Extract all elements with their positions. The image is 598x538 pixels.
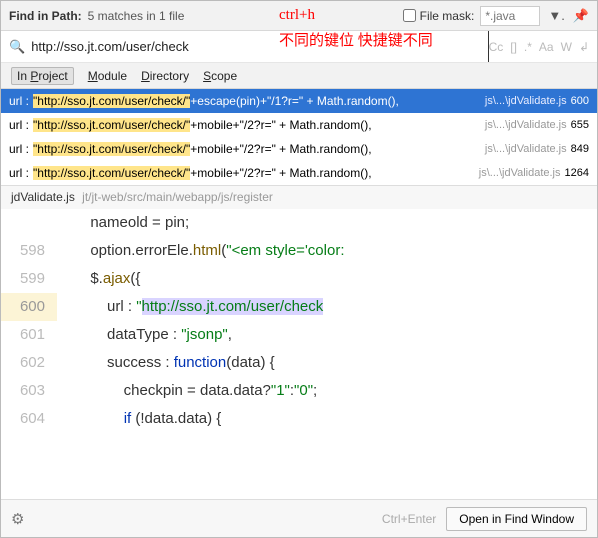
file-mask-label: File mask: [420,9,475,23]
search-option[interactable]: [] [510,40,517,54]
code-line: 604 if (!data.data) { [1,405,597,433]
file-mask-checkbox[interactable] [403,9,416,22]
search-option[interactable]: Cc [489,40,504,54]
preview-tab: jdValidate.js jt/jt-web/src/main/webapp/… [1,185,597,209]
search-input[interactable] [31,31,488,62]
search-option[interactable]: Aa [539,40,554,54]
results-list: url : "http://sso.jt.com/user/check/"+es… [1,89,597,185]
search-icon: 🔍 [9,39,25,55]
scope-tab[interactable]: Module [88,69,127,83]
scope-tab[interactable]: In Project [11,67,74,85]
code-line: 601 dataType : "jsonp", [1,321,597,349]
code-line: 602 success : function(data) { [1,349,597,377]
search-option[interactable]: .* [524,40,532,54]
result-row[interactable]: url : "http://sso.jt.com/user/check/"+mo… [1,161,597,185]
result-row[interactable]: url : "http://sso.jt.com/user/check/"+mo… [1,137,597,161]
filter-icon[interactable]: ▼. [548,8,564,23]
search-option[interactable]: ↲ [579,40,589,54]
code-line: 603 checkpin = data.data?"1":"0"; [1,377,597,405]
preview-filename: jdValidate.js [11,190,75,204]
search-options: Cc [] .* Aa W ↲ [489,40,589,54]
footer: ⚙ Ctrl+Enter Open in Find Window [1,499,597,537]
code-line: 598 option.errorEle.html("<em style='col… [1,237,597,265]
code-line: 599 $.ajax({ [1,265,597,293]
scope-tab[interactable]: Scope [203,69,237,83]
code-preview[interactable]: nameold = pin;598 option.errorEle.html("… [1,209,597,433]
gear-icon[interactable]: ⚙ [11,510,24,528]
file-mask-input[interactable] [480,6,540,26]
open-in-find-window-button[interactable]: Open in Find Window [446,507,587,531]
scope-tab[interactable]: Directory [141,69,189,83]
result-row[interactable]: url : "http://sso.jt.com/user/check/"+es… [1,89,597,113]
dialog-header: Find in Path: 5 matches in 1 file File m… [1,1,597,31]
result-row[interactable]: url : "http://sso.jt.com/user/check/"+mo… [1,113,597,137]
search-option[interactable]: W [561,40,572,54]
pin-icon[interactable]: 📌 [573,8,589,24]
preview-filepath: jt/jt-web/src/main/webapp/js/register [82,190,273,204]
code-line: 600 url : "http://sso.jt.com/user/check [1,293,597,321]
shortcut-hint: Ctrl+Enter [382,512,436,526]
search-bar: 🔍 Cc [] .* Aa W ↲ [1,31,597,63]
dialog-title: Find in Path: [9,9,82,23]
code-line: nameold = pin; [1,209,597,237]
match-count: 5 matches in 1 file [88,9,185,23]
scope-bar: In Project Module Directory Scope [1,63,597,89]
